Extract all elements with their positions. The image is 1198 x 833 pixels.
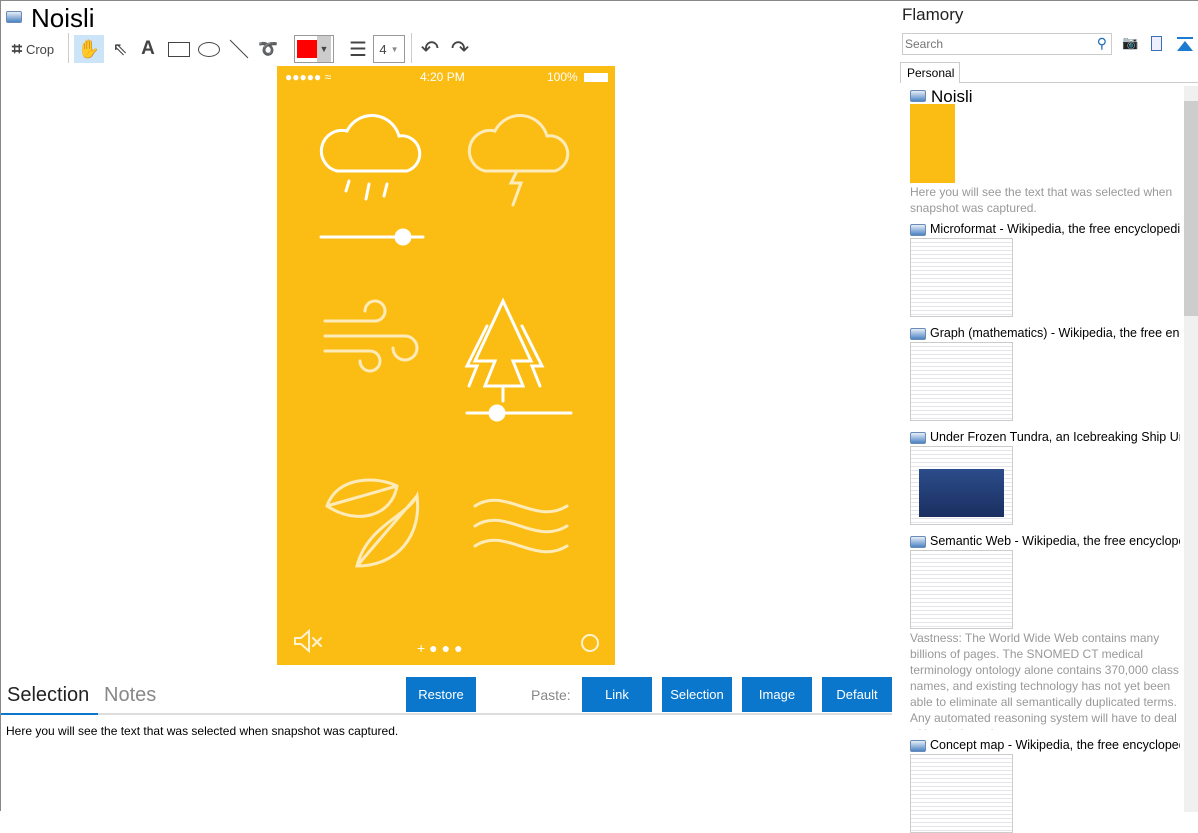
line-tool-icon[interactable] [227,35,251,63]
divider [960,82,1198,83]
item-title[interactable]: Graph (mathematics) - Wikipedia, the fre… [930,326,1180,340]
search-field[interactable] [903,34,1083,54]
tab-notes[interactable]: Notes [104,684,156,707]
leaf-icon [325,478,420,568]
snapshot-image: ●●●●● ≈ 4:20 PM 100% +●●● [277,66,615,665]
tab-personal[interactable]: Personal [900,62,960,83]
paste-image-button[interactable]: Image [742,677,812,712]
thunder-icon [467,114,570,207]
item-desc: Vastness: The World Wide Web contains ma… [910,631,1179,730]
paste-label: Paste: [531,687,571,703]
page-icon [910,224,926,236]
text-tool-icon[interactable]: A [138,35,158,63]
timer-icon [581,634,599,652]
item-title[interactable]: Microformat - Wikipedia, the free encycl… [930,222,1180,236]
rain-icon [319,114,422,201]
paste-default-button[interactable]: Default [822,677,892,712]
ellipse-tool-icon[interactable] [197,35,221,63]
page-title: Noisli [31,3,95,33]
item-thumbnail[interactable] [910,342,1013,421]
freehand-tool-icon[interactable]: ➰ [257,35,279,63]
item-title[interactable]: Under Frozen Tundra, an Icebreaking Ship… [930,430,1180,444]
item-desc: Here you will see the text that was sele… [910,185,1173,215]
document-icon[interactable] [1151,36,1162,51]
search-icon[interactable]: ⚲ [1097,35,1107,52]
item-thumbnail[interactable] [910,754,1013,833]
divider [68,33,69,63]
water-icon [473,498,569,554]
undo-icon[interactable]: ↶ [418,35,442,63]
color-picker[interactable]: ▼ [294,35,334,63]
sidebar-title: Flamory [902,5,964,24]
item-title[interactable]: Semantic Web - Wikipedia, the free encyc… [930,534,1180,548]
line-width-value: 4 [379,41,387,57]
line-width-icon: ☰ [349,38,367,61]
collapse-icon[interactable] [1177,37,1193,51]
crop-button[interactable]: ⌗ Crop [7,35,59,63]
item-thumbnail[interactable] [910,104,955,183]
sound-icons [294,114,599,654]
active-tab-indicator [1,713,98,715]
divider [411,33,412,63]
tab-underline [1,713,892,715]
page-icon [910,536,926,548]
selection-text: Here you will see the text that was sele… [6,724,399,738]
tab-selection[interactable]: Selection [7,684,89,707]
page-icon [910,90,926,102]
rectangle-tool-icon[interactable] [167,35,191,63]
page-icon [910,740,926,752]
crop-icon: ⌗ [11,38,22,59]
line-width-select[interactable]: 4 ▼ [373,35,405,63]
scrollbar[interactable] [1184,86,1198,812]
item-thumbnail[interactable] [910,550,1013,629]
item-title[interactable]: Concept map - Wikipedia, the free encycl… [930,738,1180,752]
item-thumbnail[interactable] [910,238,1013,317]
pointer-tool-icon[interactable]: ⇖ [109,35,131,63]
app-icon [6,11,22,23]
wind-icon [323,299,419,373]
item-thumbnail[interactable] [910,446,1013,525]
redo-icon[interactable]: ↷ [448,35,472,63]
page-dots: +●●● [417,640,467,656]
crop-label: Crop [25,41,55,57]
paste-link-button[interactable]: Link [582,677,652,712]
paste-selection-button[interactable]: Selection [662,677,732,712]
restore-button[interactable]: Restore [406,677,476,712]
page-icon [910,432,926,444]
search-input[interactable]: ⚲ [902,33,1112,55]
mute-icon [294,628,322,654]
forest-icon [464,297,545,403]
page-icon [910,328,926,340]
camera-icon[interactable]: 📷 [1122,35,1138,51]
hand-tool-icon[interactable]: ✋ [74,35,104,63]
